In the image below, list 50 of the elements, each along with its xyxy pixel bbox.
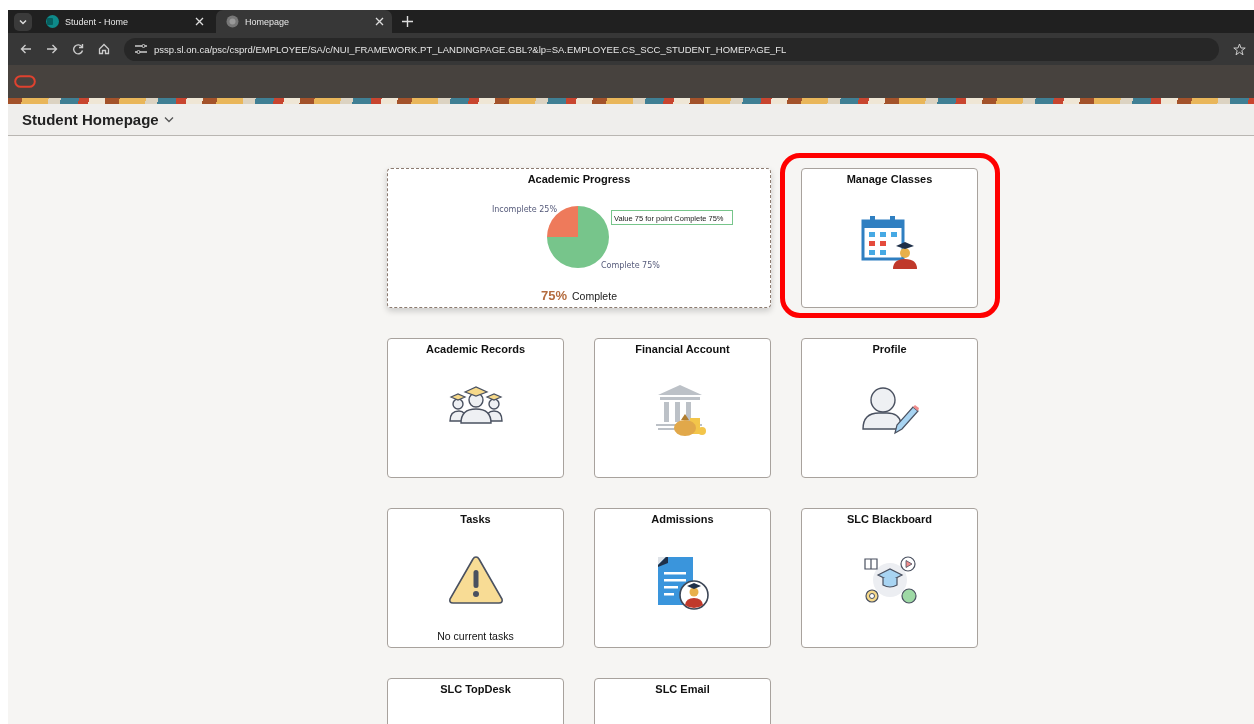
new-tab-icon[interactable]	[402, 16, 413, 27]
data-label: Complete 75%	[601, 261, 660, 270]
tile[interactable]: Manage Classes	[801, 168, 978, 308]
close-icon[interactable]	[195, 17, 204, 26]
tile-title: Tasks	[460, 513, 491, 525]
tile[interactable]: Profile	[801, 338, 978, 478]
document-graduate-icon	[655, 555, 710, 611]
chevron-down-icon[interactable]	[163, 116, 174, 123]
browser-tab[interactable]: Homepage	[216, 10, 392, 33]
back-icon[interactable]	[20, 43, 32, 55]
browser-tab[interactable]: Student - Home	[36, 10, 212, 33]
tab-title: Student - Home	[65, 16, 130, 27]
tile[interactable]: Admissions	[594, 508, 771, 648]
reload-icon[interactable]	[72, 43, 84, 55]
tile[interactable]: SLC Email	[594, 678, 771, 724]
user-edit-icon	[860, 385, 919, 435]
graduates-icon	[447, 385, 504, 425]
calendar-graduate-icon	[860, 215, 919, 271]
globe-icon	[226, 15, 239, 28]
site-favicon	[46, 15, 59, 28]
tile-title: Admissions	[651, 513, 714, 525]
warning-icon	[447, 555, 504, 605]
tab-title: Homepage	[245, 16, 291, 27]
data-label: Incomplete 25%	[491, 205, 557, 214]
tile[interactable]: Academic Records	[387, 338, 564, 478]
tile[interactable]: Tasks No current tasks	[387, 508, 564, 648]
tile-title: SLC Blackboard	[847, 513, 932, 525]
tile[interactable]: SLC Blackboard	[801, 508, 978, 648]
close-icon[interactable]	[375, 17, 384, 26]
tile-title: Academic Records	[425, 343, 525, 355]
tile-title: Profile	[872, 343, 907, 355]
home-icon[interactable]	[98, 43, 110, 55]
bookmark-star-icon[interactable]	[1233, 42, 1246, 56]
tile-title: Academic Progress	[527, 173, 631, 185]
tile-caption: No current tasks	[437, 630, 514, 642]
address-field[interactable]: pssp.sl.on.ca/psc/csprd/EMPLOYEE/SA/c/NUI_FRAMEWORK.PT_LANDINGPAGE.GBL?&lp=SA.EMPLOYEE.CS_SCC_STUDENT_HOMEPAGE_FL	[124, 37, 1219, 61]
page-title-menu[interactable]: Student Homepage	[22, 111, 159, 128]
tile[interactable]: SLC TopDesk	[387, 678, 564, 724]
online-learning-icon	[862, 555, 917, 605]
tab-list-button[interactable]	[14, 12, 32, 31]
tile-title: Manage Classes	[846, 173, 933, 185]
forward-icon[interactable]	[46, 43, 58, 55]
tile-title: Financial Account	[635, 343, 730, 355]
progress-caption: Complete	[572, 290, 617, 302]
tile-title: SLC Email	[655, 683, 710, 695]
url-text: pssp.sl.on.ca/psc/csprd/EMPLOYEE/SA/c/NUI_FRAMEWORK.PT_LANDINGPAGE.GBL?&lp=SA.EMPLOYEE.CS_SCC_STUDENT_HOMEPAGE_FL	[154, 43, 787, 55]
tile[interactable]: Financial Account	[594, 338, 771, 478]
site-settings-icon[interactable]	[134, 43, 148, 55]
progress-percent: 75%	[541, 288, 568, 303]
tile-title: SLC TopDesk	[440, 683, 511, 695]
